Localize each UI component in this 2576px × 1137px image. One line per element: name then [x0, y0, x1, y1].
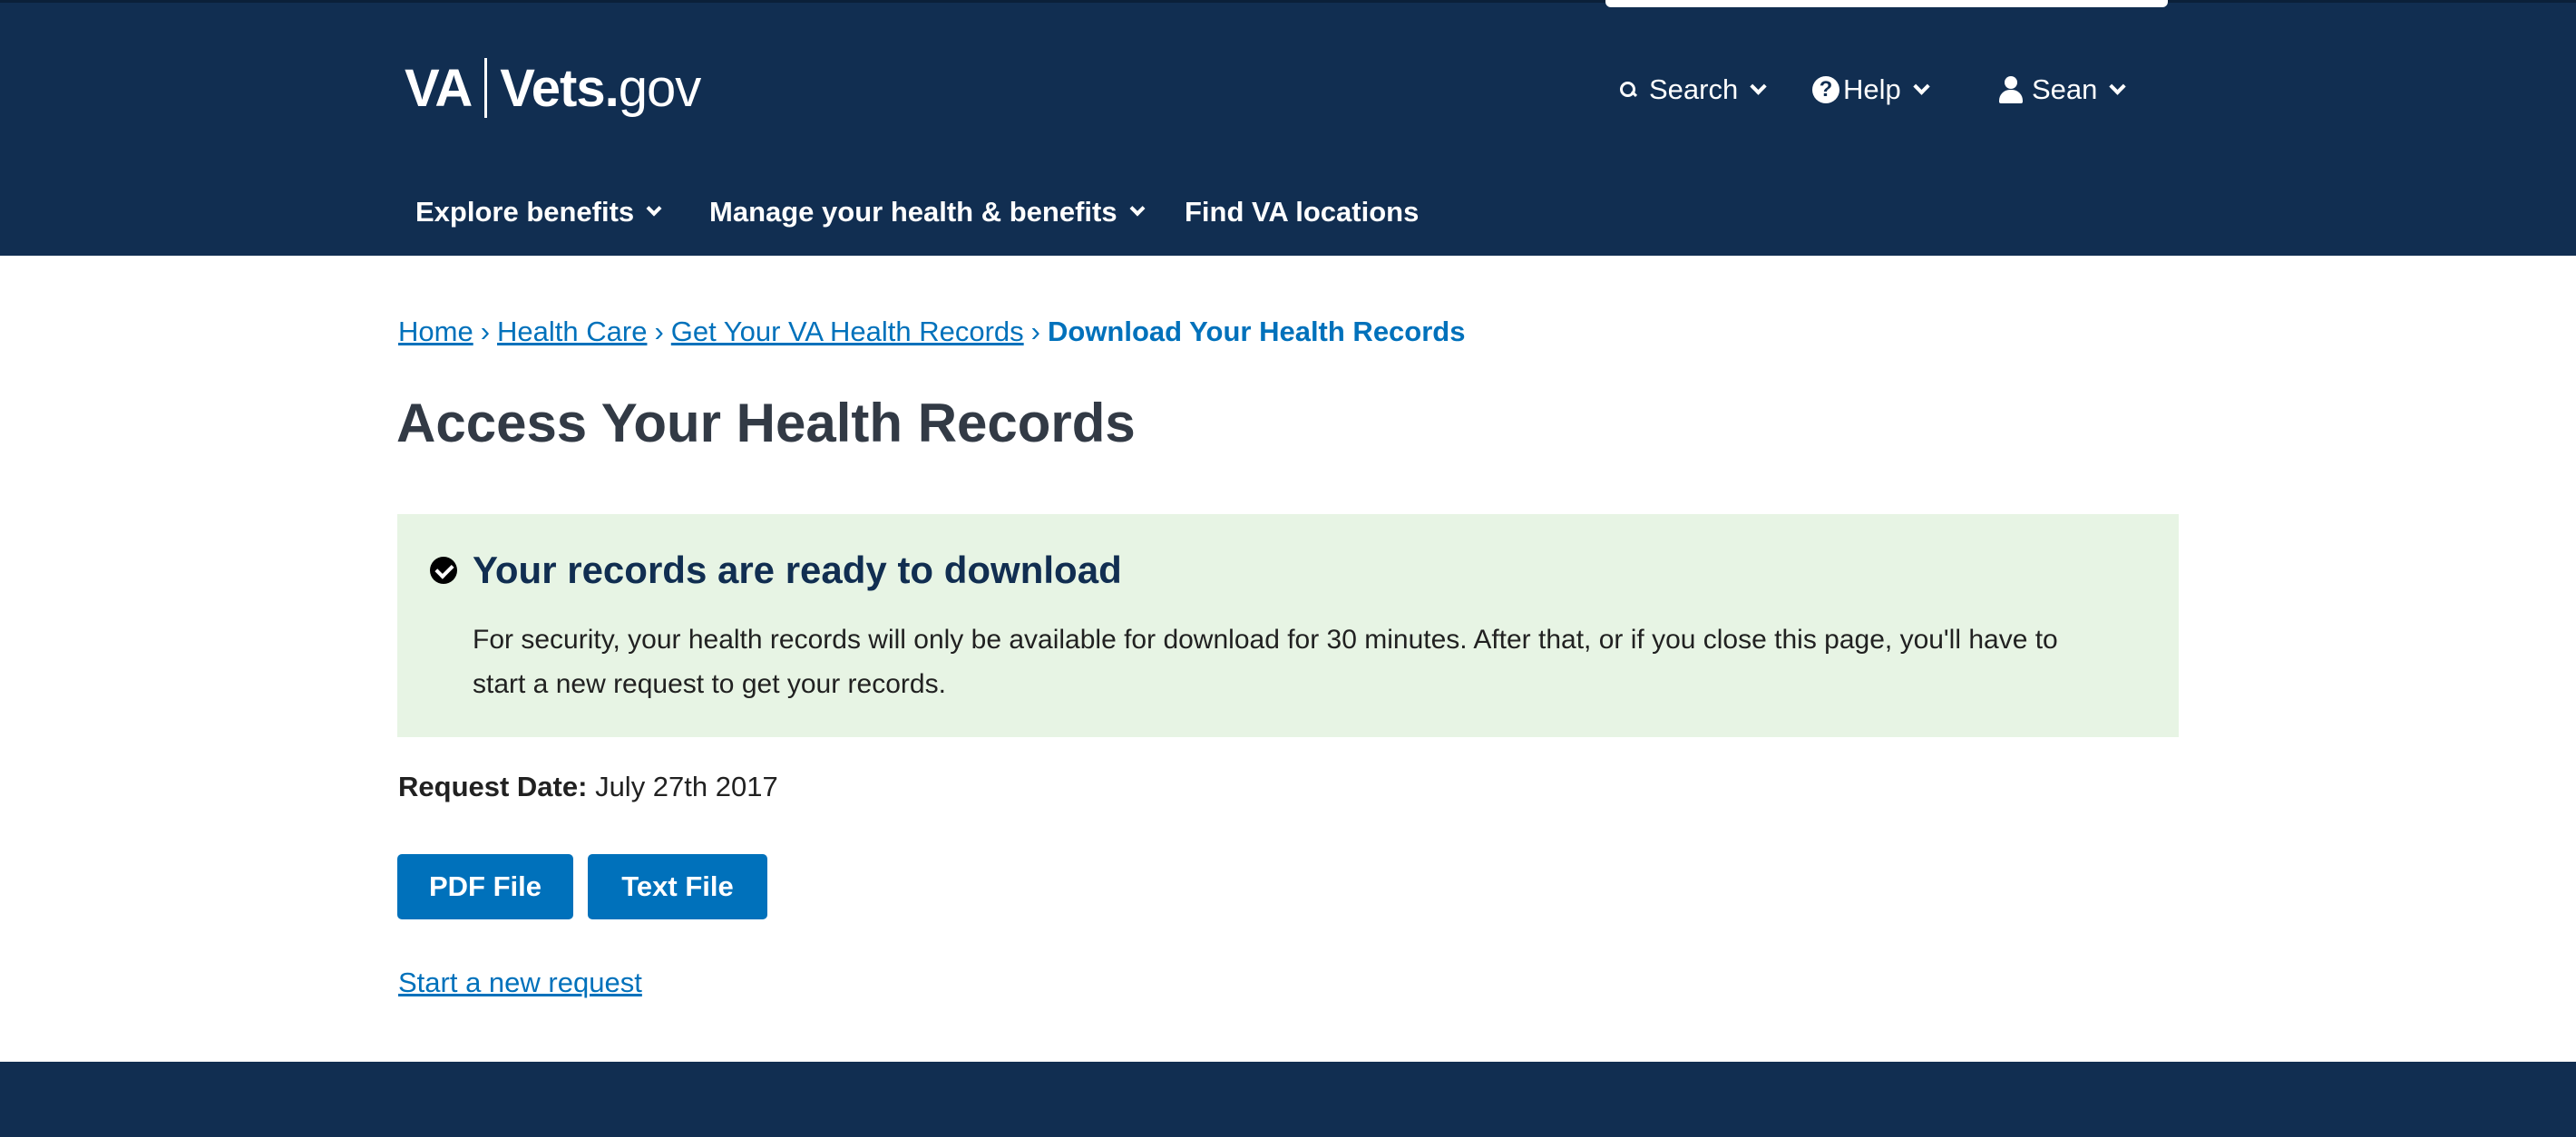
breadcrumb-separator: ›: [1030, 316, 1040, 347]
logo-va-text: VA: [405, 58, 473, 118]
breadcrumb-separator: ›: [480, 316, 491, 347]
nav-manage-health-benefits[interactable]: Manage your health & benefits: [709, 192, 1146, 232]
site-footer: [0, 1062, 2576, 1137]
nav-explore-label: Explore benefits: [415, 196, 635, 228]
alert-title: Your records are ready to download: [473, 549, 1122, 591]
chevron-down-icon: [1750, 77, 1767, 95]
search-menu-button[interactable]: Search: [1620, 69, 1767, 111]
search-menu-label: Search: [1649, 73, 1739, 105]
help-menu-label: Help: [1843, 73, 1901, 105]
request-date: Request Date: July 27th 2017: [398, 771, 778, 803]
help-menu-button[interactable]: ? Help: [1812, 69, 1930, 111]
start-new-request-link[interactable]: Start a new request: [398, 967, 642, 999]
check-circle-icon: [430, 557, 457, 584]
text-file-button[interactable]: Text File: [588, 854, 767, 919]
logo-divider: [484, 58, 488, 118]
search-dropdown-edge: [1605, 0, 2168, 7]
breadcrumb-health-care[interactable]: Health Care: [497, 316, 647, 348]
breadcrumb-home[interactable]: Home: [398, 316, 473, 348]
site-header: VA Vets. gov Search ? Help Sean Explore …: [0, 0, 2576, 256]
page-title: Access Your Health Records: [396, 393, 1136, 453]
breadcrumb-current: Download Your Health Records: [1048, 316, 1466, 347]
nav-explore-benefits[interactable]: Explore benefits: [415, 192, 662, 232]
search-icon: [1620, 82, 1636, 98]
alert-body: For security, your health records will o…: [473, 625, 2058, 699]
success-alert: Your records are ready to download For s…: [397, 514, 2179, 737]
vets-gov-logo[interactable]: VA Vets. gov: [405, 56, 702, 120]
breadcrumb-separator: ›: [654, 316, 664, 347]
header-top-border: [0, 0, 2576, 3]
breadcrumb-get-health-records[interactable]: Get Your VA Health Records: [671, 316, 1024, 348]
nav-find-va-locations[interactable]: Find VA locations: [1185, 192, 1419, 232]
user-menu-button[interactable]: Sean: [1999, 69, 2127, 111]
request-date-label: Request Date:: [398, 771, 588, 802]
request-date-value: July 27th 2017: [595, 771, 778, 802]
nav-manage-label: Manage your health & benefits: [709, 196, 1117, 228]
logo-vets-text: Vets.: [500, 58, 619, 118]
user-menu-label: Sean: [2032, 73, 2098, 105]
logo-gov-text: gov: [618, 58, 702, 118]
breadcrumb: Home › Health Care › Get Your VA Health …: [398, 316, 1465, 348]
chevron-down-icon: [1913, 77, 1930, 95]
chevron-down-icon: [2109, 77, 2127, 95]
chevron-down-icon: [1129, 200, 1146, 217]
nav-find-label: Find VA locations: [1185, 196, 1420, 228]
help-icon: ?: [1812, 76, 1839, 103]
user-icon: [1999, 76, 2023, 103]
chevron-down-icon: [646, 200, 662, 217]
pdf-file-button[interactable]: PDF File: [397, 854, 573, 919]
